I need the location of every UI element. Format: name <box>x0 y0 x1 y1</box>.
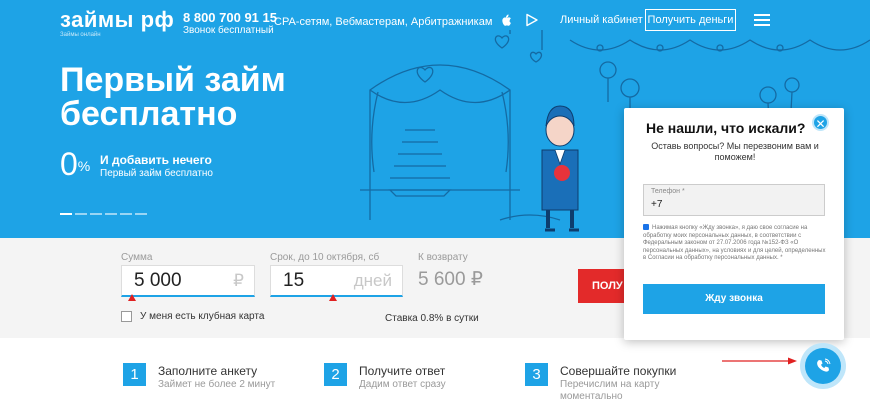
phone-subtitle: Звонок бесплатный <box>183 25 274 36</box>
term-unit: дней <box>353 271 392 290</box>
consent-text: Нажимая кнопку «Жду звонка», я даю свое … <box>643 225 826 261</box>
step-3-subtitle: Перечислим на карту моментально <box>560 379 660 402</box>
step-3-title: Совершайте покупки <box>560 364 677 378</box>
step-2-title: Получите ответ <box>359 364 446 378</box>
popup-description: Оставь вопросы? Мы перезвоним вам и помо… <box>651 141 819 162</box>
slider-dot[interactable] <box>120 213 132 215</box>
refund-label: К возврату <box>418 252 468 263</box>
club-card-option[interactable]: У меня есть клубная карта <box>121 311 264 322</box>
slider-dot[interactable] <box>135 213 147 215</box>
callback-popup: Не нашли, что искали? ✕ Оставь вопросы? … <box>624 108 844 340</box>
percent-number: 0 <box>60 146 78 182</box>
step-3-number: 3 <box>525 363 548 386</box>
request-call-button[interactable]: Жду звонка <box>643 284 825 314</box>
step-1-title: Заполните анкету <box>158 364 258 378</box>
phone-input-label: Телефон * <box>651 188 685 195</box>
percent-sign: % <box>77 158 91 174</box>
phone-number[interactable]: 8 800 700 91 15 <box>183 11 277 25</box>
phone-icon <box>817 358 831 372</box>
club-card-label: У меня есть клубная карта <box>140 311 265 323</box>
step-2-number: 2 <box>324 363 347 386</box>
logo-text: займы рф <box>60 7 175 32</box>
percent-value: 0% <box>60 148 90 180</box>
groom-figure <box>541 105 579 232</box>
slider-dots[interactable] <box>60 202 150 220</box>
consent-checkbox[interactable] <box>643 224 649 230</box>
logo-subtitle: Займы онлайн <box>60 32 101 38</box>
get-loan-button[interactable]: ПОЛУ <box>578 269 628 303</box>
step-1-number: 1 <box>123 363 146 386</box>
promo-headline: И добавить нечего <box>100 153 212 167</box>
callback-fab-button[interactable] <box>800 343 846 389</box>
slider-dot[interactable] <box>60 213 72 215</box>
popup-title: Не нашли, что искали? <box>646 120 806 136</box>
daily-rate: Ставка 0.8% в сутки <box>385 313 479 324</box>
consent-block: Нажимая кнопку «Жду звонка», я даю свое … <box>643 224 829 263</box>
hero-title: Первый займ бесплатно <box>60 61 286 133</box>
slider-dot[interactable] <box>75 213 87 215</box>
close-icon[interactable]: ✕ <box>812 114 829 131</box>
arrow-icon <box>722 357 797 365</box>
play-store-icon[interactable] <box>525 13 539 27</box>
apple-icon[interactable] <box>499 13 513 27</box>
get-money-button[interactable]: Получить деньги <box>645 9 736 31</box>
step-2-subtitle: Дадим ответ сразу <box>359 379 446 390</box>
term-label: Срок, до 10 октября, сб <box>270 252 380 263</box>
amount-input[interactable]: 5 000 ₽ <box>121 265 255 301</box>
amount-unit: ₽ <box>233 271 244 290</box>
step-1-subtitle: Займет не более 2 минут <box>158 379 276 390</box>
logo[interactable]: займы рф Займы онлайн <box>60 7 175 39</box>
term-input[interactable]: 15 дней <box>270 265 403 301</box>
club-card-checkbox[interactable] <box>121 311 132 322</box>
amount-slider-handle[interactable] <box>128 294 136 301</box>
slider-dot[interactable] <box>90 213 102 215</box>
partners-link[interactable]: CPA-сетям, Вебмастерам, Арбитражникам <box>274 16 492 28</box>
personal-cabinet-link[interactable]: Личный кабинет <box>560 14 643 26</box>
term-value: 15 <box>283 270 305 291</box>
phone-input-value[interactable]: +7 <box>651 199 662 210</box>
amount-label: Сумма <box>121 252 153 263</box>
slider-dot[interactable] <box>105 213 117 215</box>
hamburger-menu-icon[interactable] <box>754 14 770 26</box>
phone-block[interactable]: 8 800 700 91 15 Звонок бесплатный <box>183 11 277 37</box>
term-slider-handle[interactable] <box>329 294 337 301</box>
refund-value: 5 600 ₽ <box>418 269 483 290</box>
promo-subline: Первый займ бесплатно <box>100 168 213 179</box>
phone-input[interactable]: Телефон * +7 <box>643 184 825 216</box>
amount-value: 5 000 <box>134 270 182 291</box>
